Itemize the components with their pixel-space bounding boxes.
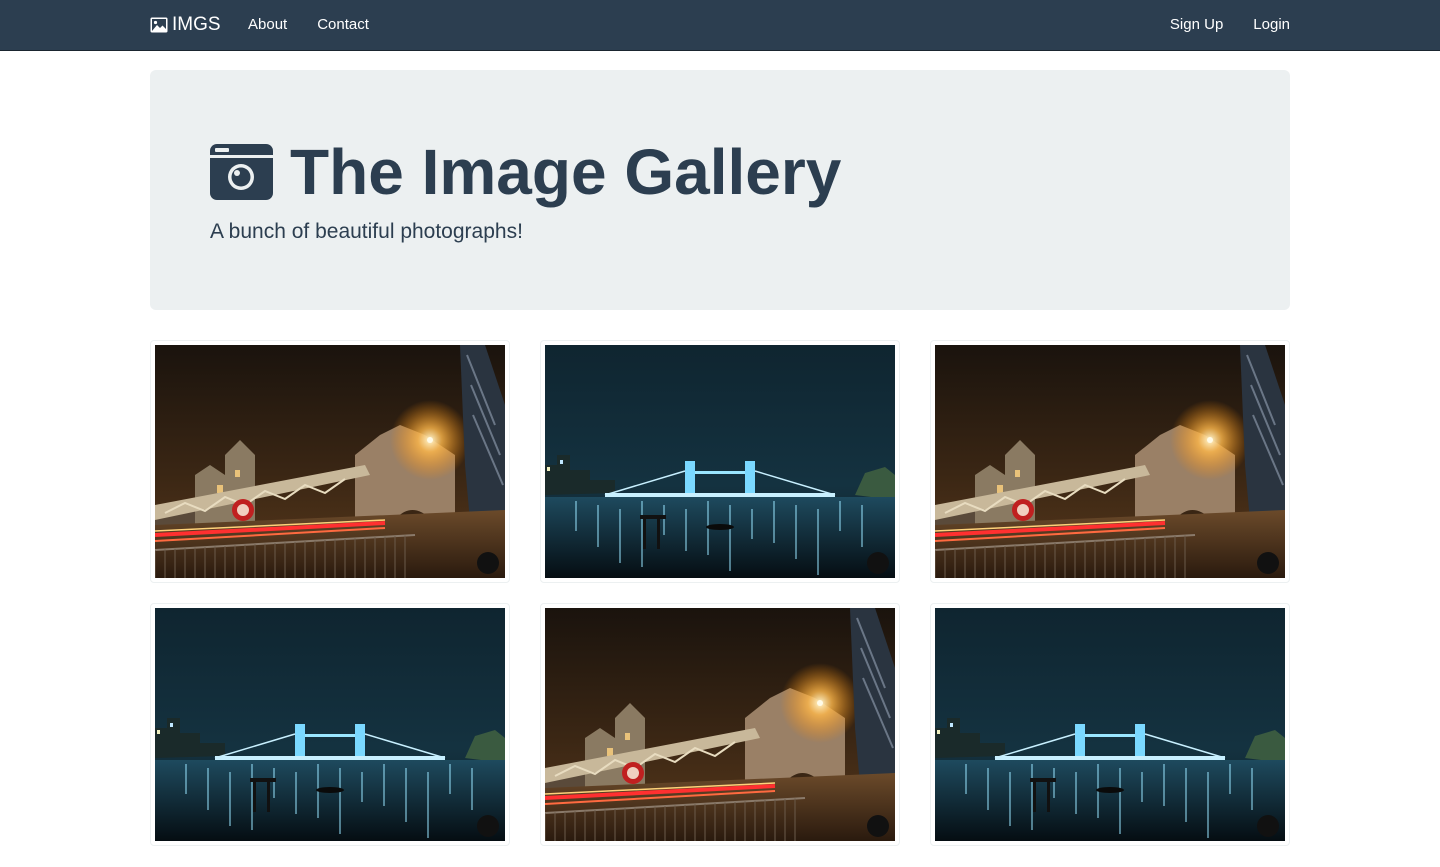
page-title: The Image Gallery — [290, 136, 842, 208]
page-subtitle: A bunch of beautiful photographs! — [210, 220, 523, 243]
gallery-photo — [545, 608, 895, 841]
nav-link-signup[interactable]: Sign Up — [1155, 0, 1238, 50]
nav-link-contact[interactable]: Contact — [302, 0, 384, 50]
navbar: IMGS About Contact Sign Up Login — [0, 0, 1440, 51]
gallery-thumbnail[interactable] — [150, 340, 510, 583]
gallery-thumbnail[interactable] — [540, 603, 900, 846]
nav-link-login[interactable]: Login — [1238, 0, 1305, 50]
gallery-photo — [545, 345, 895, 578]
page-title-row: The Image Gallery — [210, 140, 841, 204]
jumbotron: The Image Gallery A bunch of beautiful p… — [150, 70, 1290, 310]
camera-icon — [210, 144, 273, 200]
nav-left: About Contact — [233, 0, 384, 50]
nav-link-about[interactable]: About — [233, 0, 302, 50]
nav-right: Sign Up Login — [1155, 0, 1305, 50]
brand-label: IMGS — [172, 14, 221, 35]
gallery-photo — [155, 345, 505, 578]
picture-icon — [150, 17, 168, 33]
gallery-thumbnail[interactable] — [150, 603, 510, 846]
brand-link[interactable]: IMGS — [150, 0, 221, 50]
gallery-photo — [935, 345, 1285, 578]
gallery-photo — [935, 608, 1285, 841]
gallery-thumbnail[interactable] — [540, 340, 900, 583]
gallery-thumbnail[interactable] — [930, 603, 1290, 846]
gallery-thumbnail[interactable] — [930, 340, 1290, 583]
gallery-photo — [155, 608, 505, 841]
